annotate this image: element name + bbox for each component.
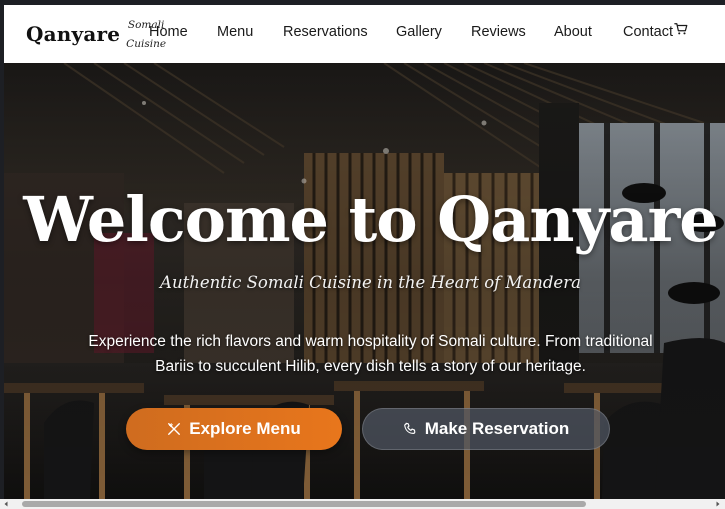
phone-icon (403, 422, 416, 434)
site-header: Qanyare Somali Cuisine Home Menu Reserva… (4, 5, 725, 63)
scroll-right-arrow-icon[interactable] (714, 500, 722, 508)
make-reservation-label: Make Reservation (424, 419, 570, 438)
hero-section: Welcome to Qanyare Authentic Somali Cuis… (4, 63, 725, 499)
main-nav: Home Menu Reservations Gallery Reviews A… (4, 5, 725, 63)
explore-menu-button[interactable]: Explore Menu (126, 408, 342, 450)
nav-about[interactable]: About (554, 24, 592, 40)
scroll-left-arrow-icon[interactable] (2, 500, 10, 508)
nav-contact[interactable]: Contact (623, 24, 673, 40)
make-reservation-button[interactable]: Make Reservation (362, 408, 610, 450)
utensils-icon (168, 423, 181, 435)
cart-icon[interactable] (674, 22, 688, 36)
nav-home[interactable]: Home (149, 24, 188, 40)
nav-menu[interactable]: Menu (217, 24, 253, 40)
nav-reviews[interactable]: Reviews (471, 24, 526, 40)
horizontal-scrollbar[interactable] (0, 499, 725, 509)
nav-gallery[interactable]: Gallery (396, 24, 442, 40)
hero-subtitle: Authentic Somali Cuisine in the Heart of… (160, 273, 581, 292)
explore-menu-label: Explore Menu (189, 419, 301, 438)
nav-reservations[interactable]: Reservations (283, 24, 368, 40)
hero-description: Experience the rich flavors and warm hos… (88, 333, 653, 375)
scrollbar-thumb[interactable] (22, 501, 586, 507)
hero-title: Welcome to Qanyare (23, 183, 718, 256)
